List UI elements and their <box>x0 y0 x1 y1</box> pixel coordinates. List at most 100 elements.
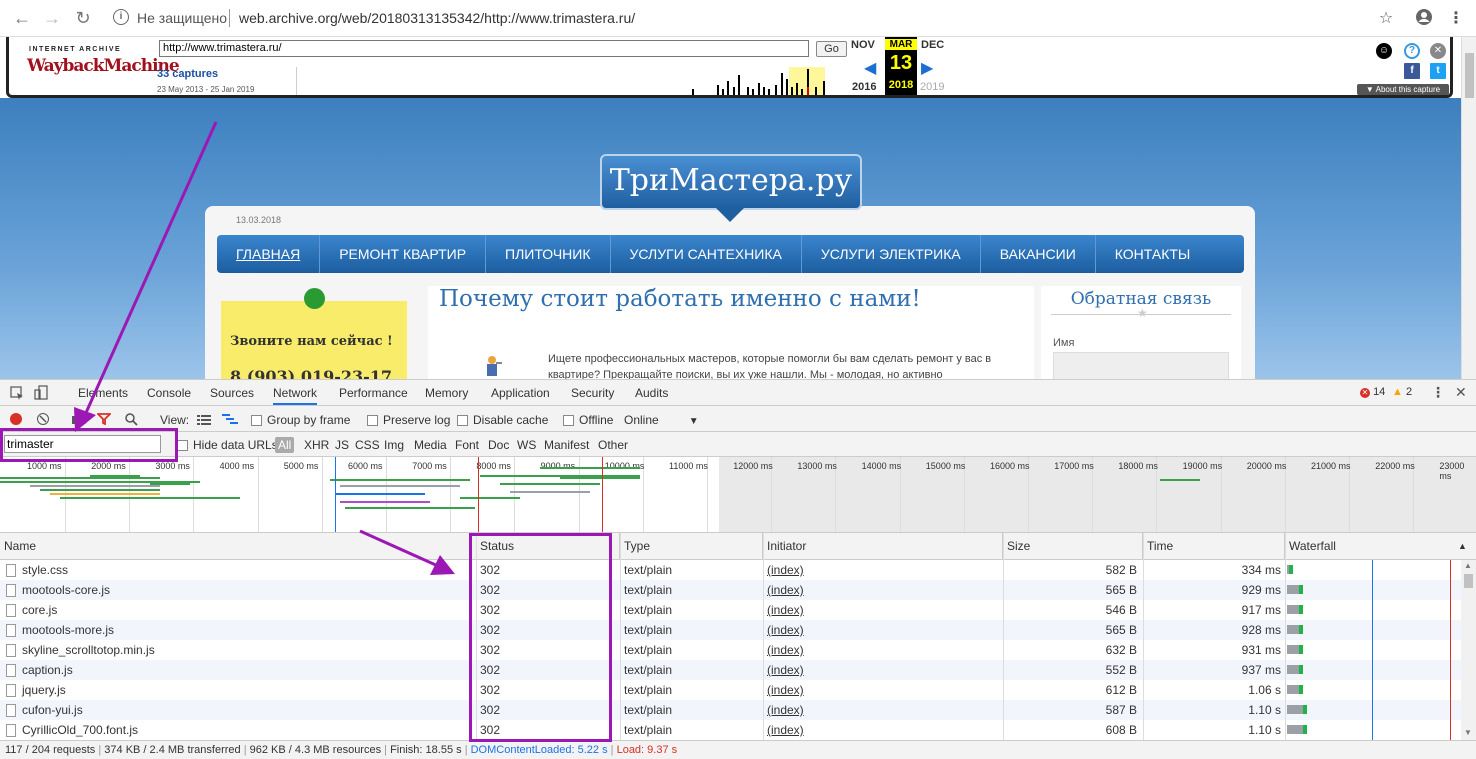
column-size[interactable]: Size <box>1003 533 1143 560</box>
filter-type-other[interactable]: Other <box>598 438 628 452</box>
row-initiator[interactable]: (index) <box>767 680 967 700</box>
network-overview-timeline[interactable]: 1000 ms 2000 ms 3000 ms 4000 ms 5000 ms 6000 … <box>0 457 1476 533</box>
next-month-label[interactable]: DEC <box>921 39 944 51</box>
table-scrollbar[interactable]: ▲ ▼ <box>1461 560 1476 740</box>
device-toggle-icon[interactable] <box>34 385 48 404</box>
column-time[interactable]: Time <box>1143 533 1285 560</box>
tab-security[interactable]: Security <box>571 386 614 400</box>
forward-arrow-icon[interactable]: → <box>42 8 62 28</box>
clear-icon[interactable] <box>37 413 49 425</box>
filter-type-js[interactable]: JS <box>335 438 349 452</box>
name-input[interactable] <box>1053 352 1229 379</box>
row-initiator[interactable]: (index) <box>767 580 967 600</box>
table-row[interactable]: CyrillicOld_700.font.js 302 text/plain (ind… <box>0 720 1461 740</box>
captures-link[interactable]: 33 captures <box>157 68 218 80</box>
page-scrollbar[interactable] <box>1461 37 1476 379</box>
scroll-down-icon[interactable]: ▼ <box>1464 728 1472 737</box>
row-name[interactable]: CyrillicOld_700.font.js <box>22 720 462 740</box>
site-logo[interactable]: ТриМастера.ру <box>600 154 862 210</box>
tab-memory[interactable]: Memory <box>425 386 468 400</box>
error-count[interactable]: ✕ 14 <box>1360 386 1385 398</box>
wayback-logo[interactable]: INTERNET ARCHIVE WaybackMachine <box>25 46 180 86</box>
column-name[interactable]: Name <box>0 533 470 560</box>
menu-item-contacts[interactable]: КОНТАКТЫ <box>1096 235 1210 273</box>
checkbox[interactable] <box>251 415 262 426</box>
column-waterfall[interactable]: Waterfall ▲ <box>1285 533 1476 560</box>
table-row[interactable]: mootools-more.js 302 text/plain (index) 565 … <box>0 620 1461 640</box>
checkbox[interactable] <box>367 415 378 426</box>
row-initiator[interactable]: (index) <box>767 560 967 580</box>
filter-icon[interactable] <box>95 413 113 428</box>
filter-type-img[interactable]: Img <box>384 438 404 452</box>
scroll-thumb[interactable] <box>1465 53 1474 98</box>
captures-sparkline[interactable] <box>296 67 829 95</box>
tab-elements[interactable]: Elements <box>78 386 128 400</box>
search-icon[interactable] <box>124 412 138 429</box>
menu-item-home[interactable]: ГЛАВНАЯ <box>217 235 321 273</box>
column-type[interactable]: Type <box>620 533 763 560</box>
offline-checkbox[interactable]: Offline <box>563 413 613 427</box>
row-initiator[interactable]: (index) <box>767 700 967 720</box>
row-name[interactable]: style.css <box>22 560 462 580</box>
row-initiator[interactable]: (index) <box>767 640 967 660</box>
table-row[interactable]: core.js 302 text/plain (index) 546 B 917 ms <box>0 600 1461 620</box>
table-row[interactable]: skyline_scrolltotop.min.js 302 text/plain(… <box>0 640 1461 660</box>
tab-application[interactable]: Application <box>491 386 550 400</box>
tab-console[interactable]: Console <box>147 386 191 400</box>
table-row[interactable]: caption.js 302 text/plain (index) 552 B 937 m… <box>0 660 1461 680</box>
table-row[interactable]: mootools-core.js 302 text/plain (index) 565 … <box>0 580 1461 600</box>
wayback-account-icon[interactable]: ☺ <box>1376 43 1392 59</box>
filter-type-ws[interactable]: WS <box>517 438 536 452</box>
devtools-close-icon[interactable]: ✕ <box>1455 384 1467 401</box>
about-capture-button[interactable]: ▼ About this capture <box>1357 84 1449 95</box>
account-icon[interactable] <box>1414 8 1434 31</box>
twitter-icon[interactable]: t <box>1430 63 1446 79</box>
row-name[interactable]: caption.js <box>22 660 462 680</box>
wayback-url-input[interactable]: http://www.trimastera.ru/ <box>159 40 809 57</box>
group-by-frame-checkbox[interactable]: Group by frame <box>251 413 350 427</box>
back-arrow-icon[interactable]: ← <box>12 8 32 28</box>
tab-sources[interactable]: Sources <box>210 386 254 400</box>
row-name[interactable]: core.js <box>22 600 462 620</box>
address-bar[interactable]: i Не защищено web.archive.org/web/201803… <box>105 5 1405 31</box>
tab-performance[interactable]: Performance <box>339 386 408 400</box>
filter-type-media[interactable]: Media <box>414 438 447 452</box>
row-initiator[interactable]: (index) <box>767 660 967 680</box>
inspect-icon[interactable] <box>10 386 24 403</box>
url-text[interactable]: web.archive.org/web/20180313135342/http:… <box>239 10 635 26</box>
close-icon[interactable]: ✕ <box>1430 43 1446 59</box>
prev-month-label[interactable]: NOV <box>851 39 875 51</box>
row-name[interactable]: jquery.js <box>22 680 462 700</box>
overview-waterfall-icon[interactable] <box>222 413 238 428</box>
checkbox[interactable] <box>177 440 188 451</box>
scroll-up-icon[interactable]: ▲ <box>1464 561 1472 570</box>
menu-item-plumbing[interactable]: УСЛУГИ САНТЕХНИКА <box>611 235 802 273</box>
menu-item-renovation[interactable]: РЕМОНТ КВАРТИР <box>320 235 487 273</box>
menu-item-tiler[interactable]: ПЛИТОЧНИК <box>486 235 611 273</box>
next-capture-arrow-icon[interactable]: ▶ <box>921 58 933 78</box>
disable-cache-checkbox[interactable]: Disable cache <box>457 413 548 427</box>
hide-data-urls-checkbox[interactable]: Hide data URLs <box>177 438 278 452</box>
record-icon[interactable] <box>10 413 22 425</box>
table-row[interactable]: style.css 302 text/plain (index) 582 B 334 ms <box>0 560 1461 580</box>
filter-type-css[interactable]: CSS <box>355 438 380 452</box>
throttling-select[interactable]: Online ▼ <box>624 413 699 427</box>
menu-item-electrical[interactable]: УСЛУГИ ЭЛЕКТРИКА <box>802 235 981 273</box>
preserve-log-checkbox[interactable]: Preserve log <box>367 413 450 427</box>
large-rows-icon[interactable] <box>197 414 211 428</box>
help-icon[interactable]: ? <box>1404 43 1420 59</box>
prev-capture-arrow-icon[interactable]: ◀ <box>864 58 876 78</box>
info-icon[interactable]: i <box>113 9 129 25</box>
row-name[interactable]: cufon-yui.js <box>22 700 462 720</box>
scroll-thumb[interactable] <box>1464 574 1473 588</box>
filter-type-xhr[interactable]: XHR <box>304 438 329 452</box>
menu-kebab-icon[interactable]: ⋮ <box>1446 8 1466 28</box>
table-row[interactable]: cufon-yui.js 302 text/plain (index) 587 B 1.1… <box>0 700 1461 720</box>
checkbox[interactable] <box>563 415 574 426</box>
devtools-menu-icon[interactable]: ⋮ <box>1431 384 1445 401</box>
column-initiator[interactable]: Initiator <box>763 533 1003 560</box>
filter-type-font[interactable]: Font <box>455 438 479 452</box>
prev-year-label[interactable]: 2016 <box>852 81 876 93</box>
bookmark-star-icon[interactable]: ☆ <box>1376 8 1396 28</box>
filter-type-doc[interactable]: Doc <box>488 438 509 452</box>
